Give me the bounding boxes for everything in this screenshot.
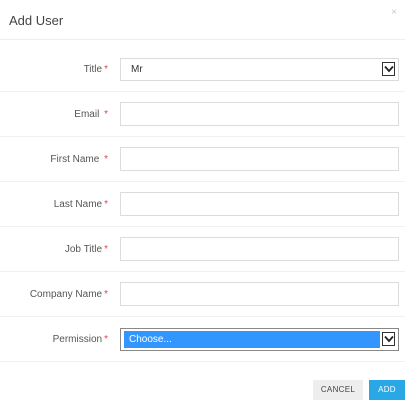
title-label: Title * bbox=[83, 64, 108, 75]
first-name-field[interactable] bbox=[120, 147, 399, 171]
last-name-label: Last Name * bbox=[53, 199, 108, 210]
required-marker: * bbox=[104, 64, 108, 75]
required-marker: * bbox=[104, 154, 108, 165]
title-select-value: Mr bbox=[131, 64, 143, 75]
company-name-field[interactable] bbox=[120, 282, 399, 306]
chevron-down-icon[interactable] bbox=[382, 62, 395, 76]
email-label: Email * bbox=[74, 109, 108, 120]
required-marker: * bbox=[104, 244, 108, 255]
required-marker: * bbox=[104, 334, 108, 345]
job-title-label: Job Title * bbox=[64, 244, 108, 255]
close-icon[interactable]: × bbox=[391, 8, 397, 18]
chevron-down-icon[interactable] bbox=[382, 332, 395, 346]
job-title-field[interactable] bbox=[120, 237, 399, 261]
title-select[interactable]: Mr bbox=[120, 58, 399, 81]
required-marker: * bbox=[104, 109, 108, 120]
cancel-button[interactable]: CANCEL bbox=[313, 380, 363, 400]
company-name-label: Company Name * bbox=[29, 289, 108, 300]
required-marker: * bbox=[104, 289, 108, 300]
dialog-title: Add User bbox=[9, 13, 64, 28]
required-marker: * bbox=[104, 199, 108, 210]
permission-select[interactable]: Choose... bbox=[120, 328, 399, 351]
last-name-row: Last Name * bbox=[0, 182, 405, 227]
last-name-field[interactable] bbox=[120, 192, 399, 216]
first-name-row: First Name * bbox=[0, 137, 405, 182]
email-row: Email * bbox=[0, 92, 405, 137]
first-name-label: First Name * bbox=[50, 154, 108, 165]
add-button[interactable]: ADD bbox=[369, 380, 405, 400]
permission-label: Permission * bbox=[52, 334, 108, 345]
permission-select-value: Choose... bbox=[129, 334, 172, 345]
company-name-row: Company Name * bbox=[0, 272, 405, 317]
permission-row: Permission * Choose... bbox=[0, 317, 405, 362]
dialog-header: Add User × bbox=[0, 0, 405, 40]
email-field[interactable] bbox=[120, 102, 399, 126]
job-title-row: Job Title * bbox=[0, 227, 405, 272]
add-user-dialog: Add User × Title * Mr Email * First Name … bbox=[0, 0, 405, 400]
title-row: Title * Mr bbox=[0, 47, 405, 92]
